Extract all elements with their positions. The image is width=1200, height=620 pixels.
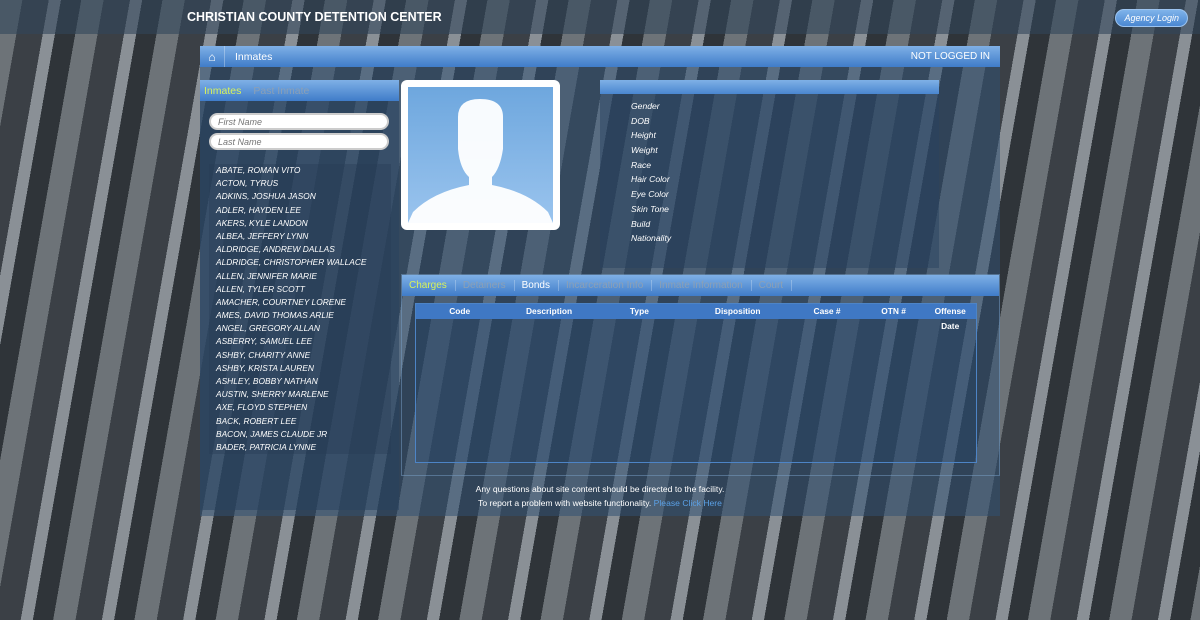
inmate-list-item[interactable]: ADKINS, JOSHUA JASON: [209, 190, 391, 203]
detail-label: Weight: [631, 145, 658, 156]
inmate-photo: [401, 80, 560, 230]
column-header[interactable]: Case #: [791, 304, 862, 319]
column-header[interactable]: Code: [416, 304, 503, 319]
footer-line2: To report a problem with website functio…: [478, 498, 652, 508]
home-icon[interactable]: ⌂: [200, 50, 224, 64]
tab-incarceration-info[interactable]: Incarceration Info: [559, 280, 653, 291]
detail-label: Race: [631, 159, 652, 170]
inmate-list-item[interactable]: ASHBY, KRISTA LAUREN: [209, 362, 391, 375]
inmate-list-item[interactable]: ANGEL, GREGORY ALLAN: [209, 322, 391, 335]
footer-line1: Any questions about site content should …: [475, 484, 725, 494]
agency-login-button[interactable]: Agency Login: [1115, 9, 1188, 27]
inmate-list: ABATE, ROMAN VITO ACTON, TYRUS ADKINS, JOS…: [209, 164, 391, 454]
detail-label: Gender: [631, 101, 660, 111]
first-name-input[interactable]: [209, 113, 389, 130]
inmate-list-item[interactable]: BACK, ROBERT LEE: [209, 415, 391, 428]
inmate-list-item[interactable]: ABATE, ROMAN VITO: [209, 164, 391, 177]
inmate-list-item[interactable]: ALLEN, JENNIFER MARIE: [209, 270, 391, 283]
detail-label: DOB: [631, 115, 650, 126]
report-problem-link[interactable]: Please Click Here: [654, 498, 722, 508]
login-status: NOT LOGGED IN: [910, 51, 990, 62]
detail-label: Hair Color: [631, 174, 670, 185]
inmate-list-item[interactable]: AUSTIN, SHERRY MARLENE: [209, 388, 391, 401]
inmate-details: Gender DOB Height Weight Race Hair Color Eye C…: [600, 80, 939, 268]
column-header[interactable]: Type: [595, 304, 684, 319]
breadcrumb-inmates[interactable]: Inmates: [224, 46, 286, 67]
details-header: [600, 80, 939, 94]
inmate-list-item[interactable]: ADLER, HAYDEN LEE: [209, 204, 391, 217]
detail-label: Nationality: [631, 233, 672, 244]
inmate-list-item[interactable]: AKERS, KYLE LANDON: [209, 217, 391, 230]
inmate-list-item[interactable]: BACON, JAMES CLAUDE JR: [209, 428, 391, 441]
inmate-list-item[interactable]: ASHLEY, BOBBY NATHAN: [209, 375, 391, 388]
inmate-list-item[interactable]: ASHBY, CHARITY ANNE: [209, 349, 391, 362]
charges-table: Code Description Type Disposition Case # OTN …: [415, 303, 977, 463]
inmate-list-item[interactable]: AXE, FLOYD STEPHEN: [209, 401, 391, 414]
main-container: ⌂ Inmates NOT LOGGED IN Inmates Past Inm…: [200, 46, 1000, 516]
last-name-input[interactable]: [209, 133, 389, 150]
detail-label: Skin Tone: [631, 203, 669, 214]
tab-detainers[interactable]: Detainers: [456, 280, 515, 291]
column-header[interactable]: OTN #: [863, 304, 925, 319]
detail-label: Height: [631, 130, 656, 141]
site-title: CHRISTIAN COUNTY DETENTION CENTER: [187, 10, 442, 24]
tab-past-inmate[interactable]: Past Inmate: [249, 85, 317, 97]
inmate-list-item[interactable]: AMACHER, COURTNEY LORENE: [209, 296, 391, 309]
tab-inmate-information[interactable]: Inmate Information: [652, 280, 752, 291]
inmate-list-item[interactable]: BADER, PATRICIA LYNNE: [209, 441, 391, 454]
inmate-list-item[interactable]: ALDRIDGE, ANDREW DALLAS: [209, 243, 391, 256]
tab-inmates[interactable]: Inmates: [200, 85, 249, 97]
tab-bonds[interactable]: Bonds: [515, 280, 559, 291]
footer: Any questions about site content should …: [200, 482, 1000, 510]
column-header[interactable]: Description: [503, 304, 594, 319]
inmate-list-item[interactable]: AMES, DAVID THOMAS ARLIE: [209, 309, 391, 322]
detail-label: Eye Color: [631, 189, 669, 200]
charges-panel: Charges Detainers Bonds Incarceration Info I…: [401, 274, 1000, 476]
inmate-search-panel: Inmates Past Inmate ABATE, ROMAN VITOACT…: [200, 80, 399, 510]
inmate-list-item[interactable]: ALBEA, JEFFERY LYNN: [209, 230, 391, 243]
inmate-list-item[interactable]: ASBERRY, SAMUEL LEE: [209, 335, 391, 348]
top-bar: CHRISTIAN COUNTY DETENTION CENTER Agency…: [0, 0, 1200, 34]
tab-court[interactable]: Court: [752, 280, 793, 291]
breadcrumb: ⌂ Inmates NOT LOGGED IN: [200, 46, 1000, 67]
column-header[interactable]: Offense Date: [924, 304, 976, 331]
inmate-list-item[interactable]: ALDRIDGE, CHRISTOPHER WALLACE: [209, 256, 391, 269]
inmate-list-item[interactable]: ALLEN, TYLER SCOTT: [209, 283, 391, 296]
detail-label: Build: [631, 218, 651, 229]
column-header[interactable]: Disposition: [684, 304, 791, 319]
person-silhouette-icon: [408, 99, 553, 223]
tab-charges[interactable]: Charges: [402, 280, 456, 291]
inmate-list-item[interactable]: ACTON, TYRUS: [209, 177, 391, 190]
